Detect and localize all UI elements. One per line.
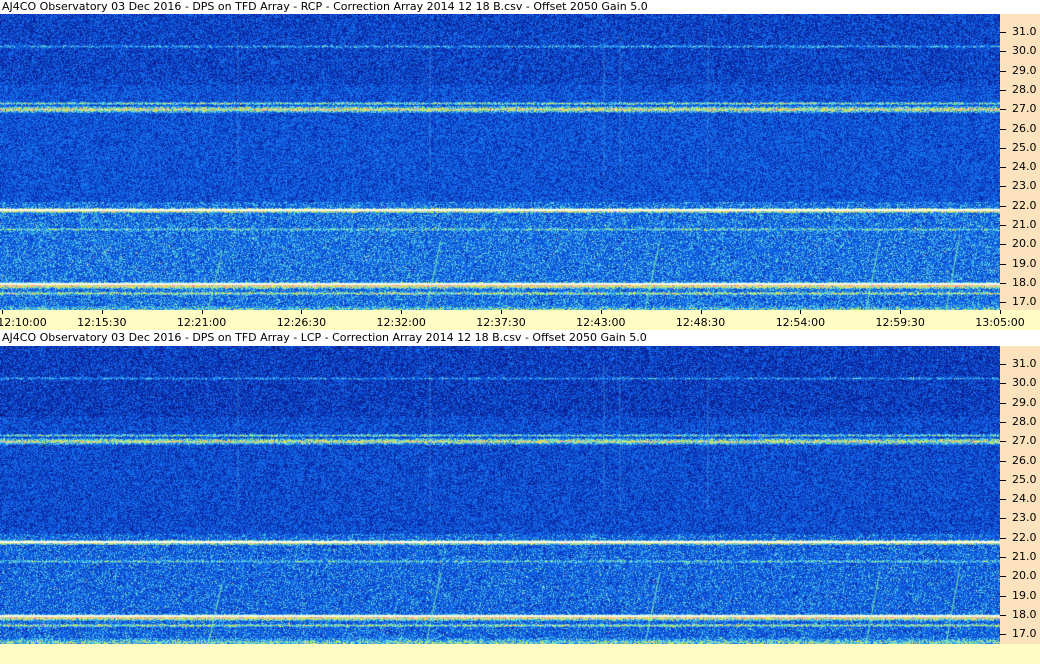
- frequency-axis-rcp: 31.0 30.0 29.0 28.0 27.0 26.0 25.0 24.0 23.0 22.0…: [1000, 14, 1040, 310]
- freq-rcp-tick: [1000, 32, 1006, 33]
- freq-lcp-tick: [1000, 460, 1006, 462]
- freq-rcp-label: 24.0: [1012, 160, 1037, 174]
- time-tick: [700, 310, 702, 314]
- freq-rcp-label: 20.0: [1012, 237, 1037, 251]
- time-tick: [201, 310, 203, 314]
- freq-lcp-label: 19.0: [1012, 588, 1037, 602]
- freq-lcp-label: 31.0: [1012, 357, 1037, 370]
- freq-rcp-tick: [1000, 263, 1006, 265]
- freq-rcp-tick: [1000, 186, 1006, 188]
- freq-rcp-label: 31.0: [1012, 25, 1037, 38]
- time-tick: [301, 310, 303, 314]
- freq-lcp-tick: [1000, 557, 1006, 558]
- freq-rcp-label: 17.0: [1012, 295, 1037, 309]
- freq-lcp-label: 30.0: [1012, 376, 1037, 390]
- freq-lcp-tick: [1000, 537, 1006, 539]
- time-label: 12:15:30: [77, 316, 127, 329]
- freq-rcp-tick: [1000, 147, 1006, 149]
- freq-rcp-label: 18.0: [1012, 275, 1037, 289]
- panel-title-rcp: AJ4CO Observatory 03 Dec 2016 - DPS on T…: [0, 0, 1040, 14]
- time-tick: [900, 310, 902, 314]
- freq-lcp-tick: [1000, 499, 1006, 501]
- spectrogram-lcp[interactable]: [0, 346, 1000, 644]
- freq-lcp-tick: [1000, 479, 1006, 481]
- freq-lcp-tick: [1000, 383, 1006, 385]
- freq-lcp-label: 17.0: [1012, 627, 1037, 641]
- freq-rcp-tick: [1000, 282, 1006, 284]
- freq-rcp-label: 23.0: [1012, 179, 1037, 193]
- freq-lcp-label: 25.0: [1012, 472, 1037, 486]
- time-label: 12:10:00: [0, 316, 47, 329]
- time-axis: 12:10:00 12:15:30 12:21:00 12:26:30 12:32:00…: [0, 310, 1040, 330]
- freq-rcp-label: 19.0: [1012, 256, 1037, 270]
- freq-lcp-tick: [1000, 441, 1006, 443]
- freq-rcp-label: 21.0: [1012, 218, 1037, 231]
- time-tick: [1000, 310, 1001, 314]
- time-label: 12:54:00: [775, 316, 826, 329]
- freq-lcp-label: 20.0: [1012, 569, 1037, 583]
- freq-lcp-tick: [1000, 364, 1006, 365]
- freq-rcp-label: 22.0: [1012, 198, 1037, 212]
- freq-rcp-tick: [1000, 205, 1006, 207]
- time-label: 12:37:30: [476, 316, 526, 329]
- freq-rcp-tick: [1000, 225, 1006, 226]
- freq-lcp-tick: [1000, 421, 1006, 423]
- freq-lcp-label: 22.0: [1012, 530, 1037, 544]
- freq-lcp-label: 27.0: [1012, 434, 1037, 448]
- panel-title-lcp: AJ4CO Observatory 03 Dec 2016 - DPS on T…: [0, 331, 1040, 345]
- freq-rcp-tick: [1000, 109, 1006, 111]
- freq-lcp-tick: [1000, 402, 1006, 404]
- freq-lcp-tick: [1000, 576, 1006, 578]
- freq-rcp-label: 30.0: [1012, 44, 1037, 58]
- time-label: 12:26:30: [276, 316, 327, 329]
- time-tick: [501, 310, 502, 314]
- freq-rcp-label: 29.0: [1012, 63, 1037, 77]
- freq-lcp-label: 21.0: [1012, 550, 1037, 563]
- time-label: 12:48:30: [675, 316, 726, 329]
- freq-lcp-label: 23.0: [1012, 511, 1037, 525]
- freq-lcp-label: 26.0: [1012, 453, 1037, 467]
- freq-rcp-tick: [1000, 89, 1006, 91]
- freq-lcp-label: 29.0: [1012, 395, 1037, 409]
- time-label: 12:21:00: [176, 316, 227, 329]
- freq-rcp-tick: [1000, 128, 1006, 130]
- freq-rcp-tick: [1000, 70, 1006, 72]
- time-label: 12:32:00: [376, 316, 426, 329]
- freq-rcp-tick: [1000, 167, 1006, 169]
- time-tick: [401, 310, 403, 314]
- time-label: 12:59:30: [875, 316, 925, 329]
- spectrogram-rcp[interactable]: [0, 14, 1000, 310]
- time-label: 13:05:00: [975, 316, 1025, 329]
- freq-lcp-tick: [1000, 614, 1006, 616]
- frequency-axis-lcp: 31.0 30.0 29.0 28.0 27.0 26.0 25.0 24.0 23.0 22.0…: [1000, 346, 1040, 644]
- freq-lcp-tick: [1000, 518, 1006, 520]
- freq-rcp-label: 28.0: [1012, 82, 1037, 96]
- time-label: 12:43:00: [576, 316, 626, 329]
- freq-rcp-tick: [1000, 302, 1006, 304]
- time-tick: [800, 310, 802, 314]
- freq-lcp-label: 18.0: [1012, 607, 1037, 621]
- freq-rcp-tick: [1000, 51, 1006, 53]
- freq-lcp-tick: [1000, 595, 1006, 597]
- freq-rcp-label: 27.0: [1012, 102, 1037, 116]
- freq-rcp-tick: [1000, 244, 1006, 246]
- freq-lcp-label: 28.0: [1012, 414, 1037, 428]
- time-axis-empty: [0, 644, 1040, 664]
- freq-lcp-tick: [1000, 634, 1006, 636]
- time-tick: [101, 310, 103, 314]
- time-tick: [600, 310, 602, 314]
- freq-rcp-label: 26.0: [1012, 121, 1037, 135]
- time-tick: [2, 310, 3, 314]
- freq-rcp-label: 25.0: [1012, 140, 1037, 154]
- freq-lcp-label: 24.0: [1012, 492, 1037, 506]
